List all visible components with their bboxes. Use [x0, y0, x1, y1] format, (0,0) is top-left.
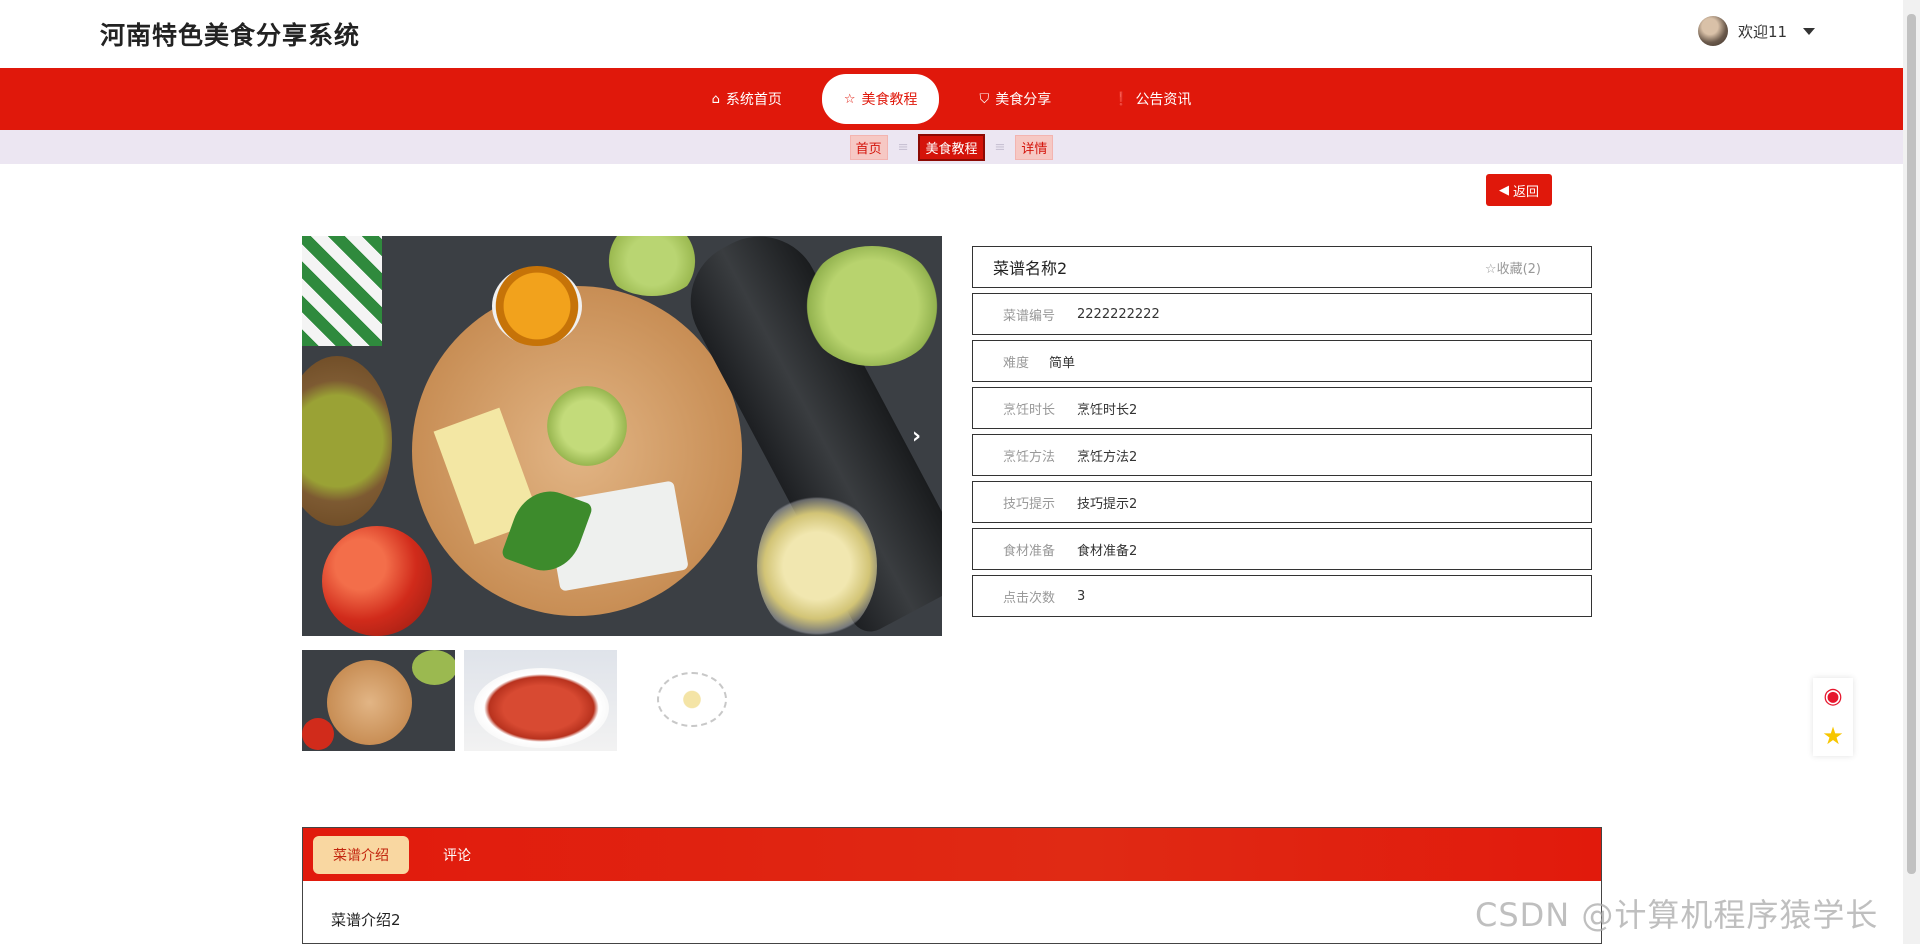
tablecloth-graphic: [302, 236, 382, 346]
favorite-label: 收藏(2): [1496, 261, 1541, 277]
thumbnail-1[interactable]: [302, 650, 455, 751]
top-header: 河南特色美食分享系统 欢迎11: [0, 0, 1903, 68]
thumb-grapes-graphic: [412, 650, 455, 685]
tab-content: 菜谱介绍2: [331, 911, 401, 929]
thumb-dish-graphic: [474, 668, 609, 748]
detail-label: 烹饪方法: [1003, 449, 1056, 465]
recipe-title: 菜谱名称2: [993, 259, 1068, 278]
wine-glass-graphic: [757, 491, 877, 636]
bag-icon: ⛉: [979, 91, 990, 107]
tab-comments[interactable]: 评论: [423, 836, 491, 874]
back-button[interactable]: ◀ 返回: [1486, 174, 1552, 206]
detail-label: 菜谱编号: [1003, 308, 1056, 324]
grapes-graphic: [802, 246, 942, 366]
nav-item-label: 系统首页: [725, 92, 782, 108]
star-icon[interactable]: ★: [1822, 722, 1844, 750]
nav-item-label: 公告资讯: [1135, 92, 1192, 108]
home-icon: ⌂: [711, 91, 720, 107]
detail-value: 食材准备2: [1077, 543, 1138, 559]
apple-graphic: [322, 526, 432, 636]
breadcrumb-separator: ≡: [994, 139, 1006, 155]
avatar[interactable]: [1698, 16, 1728, 46]
detail-value: 简单: [1049, 355, 1076, 371]
watermark: CSDN @计算机程序猿学长: [1475, 896, 1879, 934]
detail-row-clicks: 点击次数 3: [972, 575, 1592, 617]
chevron-down-icon[interactable]: [1803, 27, 1816, 35]
thumb-board-graphic: [327, 660, 412, 745]
scrollbar-thumb[interactable]: [1907, 14, 1916, 874]
honey-jar-graphic: [492, 266, 582, 346]
breadcrumb-home[interactable]: 首页: [849, 134, 888, 160]
detail-value: 烹饪时长2: [1077, 402, 1138, 418]
recipe-main-image[interactable]: ›: [302, 236, 942, 636]
recipe-tabs-panel: 菜谱介绍 评论 菜谱介绍2: [302, 827, 1602, 944]
tab-introduction[interactable]: 菜谱介绍: [313, 835, 409, 874]
thumbnail-2[interactable]: [464, 650, 617, 751]
detail-value: 技巧提示2: [1077, 496, 1138, 512]
nav-item-share[interactable]: ⛉ 美食分享: [957, 74, 1073, 124]
star-outline-icon: ☆: [843, 91, 856, 107]
olive-bowl-graphic: [302, 356, 392, 526]
detail-row-code: 菜谱编号 2222222222: [972, 293, 1592, 335]
site-title: 河南特色美食分享系统: [100, 21, 361, 50]
detail-label: 技巧提示: [1003, 496, 1056, 512]
detail-row-ingredients: 食材准备 食材准备2: [972, 528, 1592, 570]
grapes-graphic: [547, 386, 627, 466]
favorite-button[interactable]: ☆收藏(2): [1485, 258, 1541, 277]
thumb-apple-graphic: [302, 718, 334, 750]
breadcrumb-separator: ≡: [897, 139, 909, 155]
chevron-right-icon[interactable]: ›: [912, 424, 921, 449]
caret-left-icon: ◀: [1498, 182, 1509, 198]
detail-value: 2222222222: [1077, 306, 1160, 322]
tabs-bar: 菜谱介绍 评论: [303, 828, 1601, 881]
detail-label: 难度: [1003, 355, 1030, 371]
welcome-text[interactable]: 欢迎11: [1738, 21, 1787, 42]
weibo-icon[interactable]: ◉: [1823, 684, 1842, 709]
star-outline-icon: ☆: [1484, 261, 1497, 277]
page-scrollbar[interactable]: [1903, 0, 1920, 944]
grapes-graphic: [602, 236, 702, 296]
nav-item-home[interactable]: ⌂ 系统首页: [690, 74, 804, 124]
detail-row-method: 烹饪方法 烹饪方法2: [972, 434, 1592, 476]
nav-item-news[interactable]: ❗ 公告资讯: [1091, 74, 1213, 124]
detail-label: 烹饪时长: [1003, 402, 1056, 418]
detail-row-duration: 烹饪时长 烹饪时长2: [972, 387, 1592, 429]
main-nav: ⌂ 系统首页 ☆ 美食教程 ⛉ 美食分享 ❗ 公告资讯: [0, 68, 1903, 130]
detail-row-tips: 技巧提示 技巧提示2: [972, 481, 1592, 523]
user-menu[interactable]: 欢迎11: [1698, 16, 1816, 46]
breadcrumb-detail: 详情: [1015, 134, 1054, 160]
nav-item-label: 美食教程: [861, 92, 918, 108]
nav-item-tutorials[interactable]: ☆ 美食教程: [821, 74, 940, 124]
thumbnail-3[interactable]: [627, 650, 780, 751]
thumb-sketch-graphic: [657, 672, 727, 727]
detail-value: 烹饪方法2: [1077, 449, 1138, 465]
detail-label: 点击次数: [1003, 590, 1056, 606]
back-button-label: 返回: [1512, 184, 1539, 200]
alert-circle-icon: ❗: [1113, 91, 1130, 107]
side-share-widgets: ◉ ★: [1813, 678, 1853, 756]
recipe-title-row: 菜谱名称2 ☆收藏(2): [972, 246, 1592, 288]
breadcrumb-tutorials[interactable]: 美食教程: [918, 133, 985, 161]
detail-value: 3: [1077, 588, 1086, 604]
breadcrumb: 首页 ≡ 美食教程 ≡ 详情: [0, 130, 1903, 164]
detail-row-difficulty: 难度 简单: [972, 340, 1592, 382]
detail-label: 食材准备: [1003, 543, 1056, 559]
nav-item-label: 美食分享: [995, 92, 1052, 108]
